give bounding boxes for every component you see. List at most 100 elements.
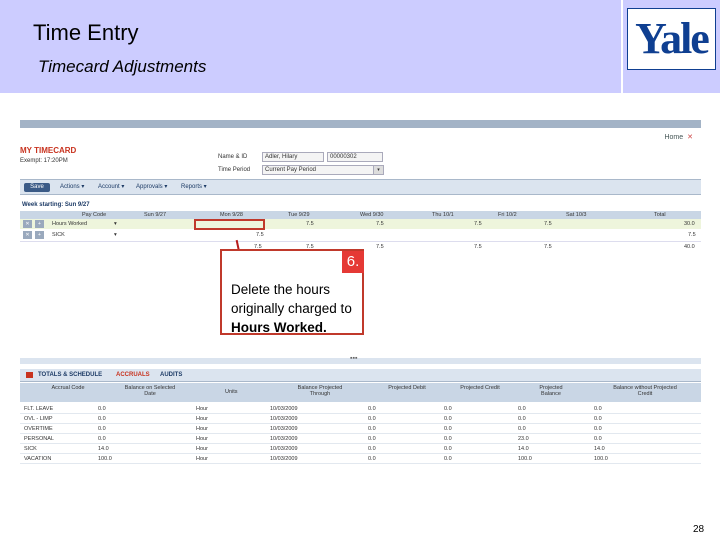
timecard-toolbar: Save Actions ▾ Account ▾ Approvals ▾ Rep… [20, 179, 701, 195]
home-link[interactable]: Home ✕ [664, 133, 693, 141]
add-row-icon[interactable]: + [35, 220, 44, 228]
column-header: Wed 9/30 [360, 212, 384, 218]
splitter-grip[interactable]: ▪▪▪ [350, 355, 357, 362]
delete-row-icon[interactable]: ✕ [23, 220, 32, 228]
chevron-down-icon[interactable]: ▾ [114, 232, 117, 238]
accrual-value: 0.0 [518, 426, 526, 432]
column-header: Sun 9/27 [144, 212, 167, 218]
accrual-value: 100.0 [518, 456, 532, 462]
accrual-code: FLT. LEAVE [24, 406, 54, 412]
column-header: Mon 9/28 [220, 212, 243, 218]
daily-total-cell: 7.5 [376, 244, 384, 250]
daily-total-cell: 7.5 [474, 244, 482, 250]
total-cell: 7.5 [688, 232, 696, 238]
accrual-value: 0.0 [368, 406, 376, 412]
instruction-callout: 6. Delete the hours originally charged t… [220, 249, 364, 335]
column-header: Accrual Code [51, 385, 85, 391]
column-header: Pay Code [82, 212, 107, 218]
step-number: 6. [342, 251, 364, 273]
column-header: Projected Credit [460, 385, 500, 391]
accrual-value: 0.0 [368, 456, 376, 462]
accrual-value: 0.0 [594, 416, 602, 422]
yale-logo: Yale [627, 8, 716, 70]
close-icon[interactable]: ✕ [687, 134, 693, 141]
accrual-date: 10/03/2009 [270, 446, 298, 452]
name-field[interactable]: Adler, Hilary [262, 152, 324, 162]
accruals-header: Accrual Code Balance on Selected Date Un… [20, 383, 701, 402]
pane-splitter[interactable]: ▪▪▪ [20, 355, 701, 364]
timesheet-row: ✕ + SICK ▾ 7.5 7.5 [20, 230, 701, 240]
accrual-value: 0.0 [368, 436, 376, 442]
flag-icon [26, 372, 33, 378]
accrual-value: 0.0 [368, 416, 376, 422]
save-button[interactable]: Save [24, 183, 50, 192]
highlight-box [194, 219, 265, 230]
column-header: Projected Debit [388, 385, 426, 391]
accrual-value: 0.0 [518, 416, 526, 422]
column-header: Fri 10/2 [498, 212, 517, 218]
accrual-date: 10/03/2009 [270, 406, 298, 412]
app-top-strip [20, 120, 701, 128]
timecard-screenshot: Home ✕ MY TIMECARD Exempt: 17:20PM Name &… [20, 120, 701, 476]
weekly-total-cell: 40.0 [684, 244, 695, 250]
bottom-tabbar: TOTALS & SCHEDULE ACCRUALS AUDITS [20, 369, 701, 382]
accrual-date: 10/03/2009 [270, 416, 298, 422]
accrual-row: OVERTIME 0.0 Hour 10/03/2009 0.0 0.0 0.0… [20, 425, 701, 434]
accrual-code: OVERTIME [24, 426, 53, 432]
actions-menu[interactable]: Actions ▾ [60, 183, 84, 190]
tab-totals-schedule[interactable]: TOTALS & SCHEDULE [38, 372, 102, 378]
column-header: Sat 10/3 [566, 212, 587, 218]
slide-title: Time Entry [33, 20, 139, 45]
accrual-value: 0.0 [444, 456, 452, 462]
accrual-row: SICK 14.0 Hour 10/03/2009 0.0 0.0 14.0 1… [20, 445, 701, 454]
reports-menu[interactable]: Reports ▾ [181, 183, 207, 190]
accrual-value: 14.0 [518, 446, 529, 452]
accrual-value: 0.0 [368, 446, 376, 452]
tab-audits[interactable]: AUDITS [160, 372, 182, 378]
timecard-subheading: Exempt: 17:20PM [20, 158, 68, 164]
accrual-value: 0.0 [444, 436, 452, 442]
hours-cell[interactable]: 7.5 [306, 221, 314, 227]
callout-text-bold: Hours Worked. [231, 320, 327, 335]
accrual-value: 0.0 [444, 406, 452, 412]
accrual-value: 0.0 [594, 406, 602, 412]
hours-cell[interactable]: 7.5 [256, 232, 264, 238]
delete-row-icon[interactable]: ✕ [23, 231, 32, 239]
accrual-value: 0.0 [98, 406, 106, 412]
approvals-menu[interactable]: Approvals ▾ [136, 183, 167, 190]
accrual-code: PERSONAL [24, 436, 54, 442]
accrual-value: 14.0 [594, 446, 605, 452]
tab-accruals[interactable]: ACCRUALS [116, 372, 150, 378]
time-period-select[interactable]: Current Pay Period ▾ [262, 165, 384, 175]
hours-cell[interactable]: 7.5 [376, 221, 384, 227]
accrual-date: 10/03/2009 [270, 436, 298, 442]
id-field[interactable]: 00000302 [327, 152, 383, 162]
home-link-label: Home [664, 134, 684, 141]
hours-cell[interactable]: 7.5 [474, 221, 482, 227]
add-row-icon[interactable]: + [35, 231, 44, 239]
accrual-value: 23.0 [518, 436, 529, 442]
header-separator [621, 0, 623, 93]
accrual-units: Hour [196, 456, 208, 462]
pay-code-cell[interactable]: SICK [52, 232, 65, 238]
accrual-value: 0.0 [594, 426, 602, 432]
total-cell: 30.0 [684, 221, 695, 227]
daily-total-cell: 7.5 [544, 244, 552, 250]
accrual-value: 0.0 [98, 436, 106, 442]
page-number: 28 [693, 524, 705, 535]
accrual-date: 10/03/2009 [270, 456, 298, 462]
name-id-label: Name & ID [218, 154, 248, 160]
chevron-down-icon[interactable]: ▾ [373, 166, 383, 174]
chevron-down-icon[interactable]: ▾ [114, 221, 117, 227]
account-menu[interactable]: Account ▾ [98, 183, 124, 190]
column-header: Balance Projected Through [297, 385, 343, 397]
callout-text-main: Delete the hours originally charged to [231, 282, 352, 316]
accrual-units: Hour [196, 416, 208, 422]
hours-cell[interactable]: 7.5 [544, 221, 552, 227]
accrual-value: 100.0 [594, 456, 608, 462]
time-period-label: Time Period [218, 167, 251, 173]
logo-text: Yale [635, 14, 710, 63]
accrual-date: 10/03/2009 [270, 426, 298, 432]
column-header: Units [225, 389, 238, 395]
pay-code-cell[interactable]: Hours Worked [52, 221, 87, 227]
